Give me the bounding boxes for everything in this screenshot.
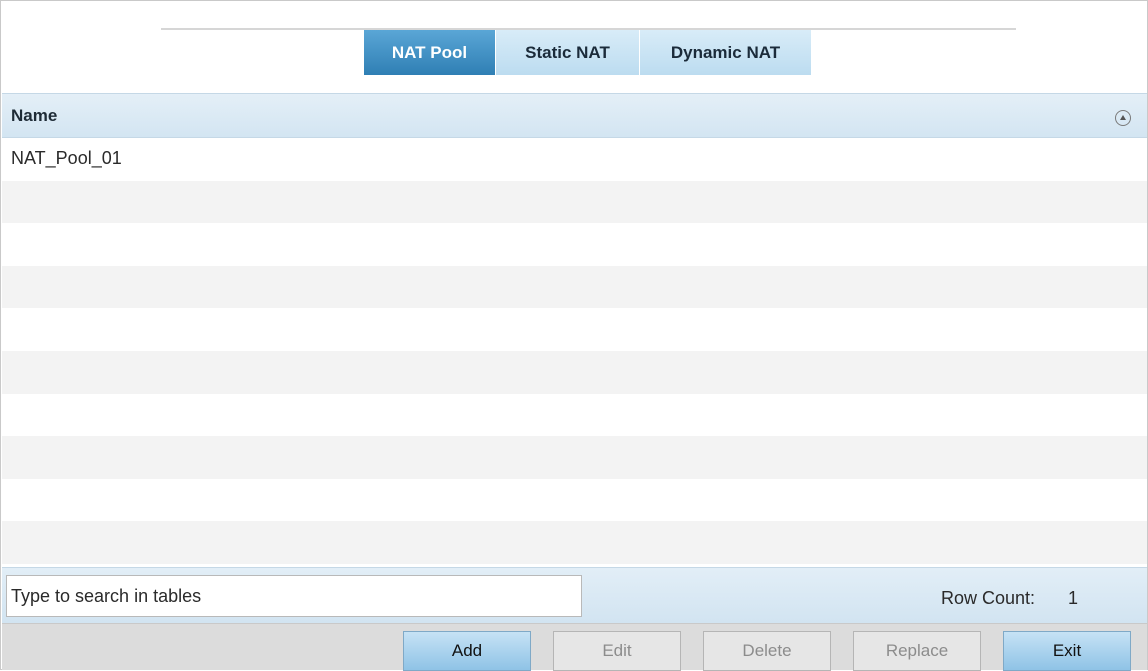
- search-bar: Row Count: 1: [2, 567, 1147, 623]
- table-row[interactable]: NAT_Pool_01: [2, 138, 1147, 181]
- edit-button[interactable]: Edit: [553, 631, 681, 671]
- tab-nat-pool[interactable]: NAT Pool: [364, 30, 496, 75]
- row-count-value: 1: [1068, 588, 1079, 608]
- table-row-empty: [2, 223, 1147, 266]
- table-row-empty: [2, 436, 1147, 479]
- row-count-label: Row Count:: [941, 588, 1036, 608]
- table-header: Name: [2, 93, 1147, 138]
- table-row-empty: [2, 478, 1147, 522]
- add-button[interactable]: Add: [403, 631, 531, 671]
- tab-bar: NAT Pool Static NAT Dynamic NAT: [364, 30, 812, 75]
- search-input[interactable]: [6, 575, 582, 617]
- table-row-empty: [2, 350, 1147, 394]
- table-row-empty: [2, 393, 1147, 437]
- table-cell-name: NAT_Pool_01: [11, 148, 122, 168]
- exit-button[interactable]: Exit: [1003, 631, 1131, 671]
- button-bar: Add Edit Delete Replace Exit: [2, 623, 1147, 671]
- table-row-empty: [2, 308, 1147, 351]
- column-chooser-icon[interactable]: [1115, 110, 1131, 126]
- nat-dialog: NAT Pool Static NAT Dynamic NAT Name NAT…: [0, 0, 1148, 671]
- table-row-empty: [2, 180, 1147, 224]
- table-row-empty: [2, 521, 1147, 564]
- tab-dynamic-nat[interactable]: Dynamic NAT: [640, 30, 812, 75]
- replace-button[interactable]: Replace: [853, 631, 981, 671]
- table-body: NAT_Pool_01: [2, 138, 1147, 564]
- delete-button[interactable]: Delete: [703, 631, 831, 671]
- tab-static-nat[interactable]: Static NAT: [496, 30, 640, 75]
- table-row-empty: [2, 265, 1147, 309]
- column-header-name[interactable]: Name: [11, 106, 57, 126]
